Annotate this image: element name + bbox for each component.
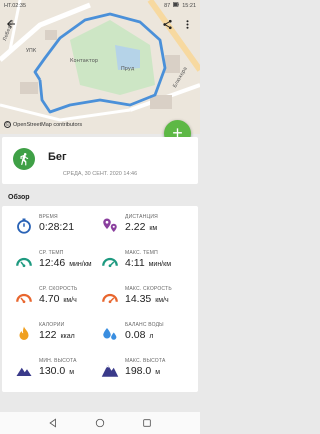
route-map[interactable]: HT.02:35 87 15:21 Лебедев УПК Контактор … xyxy=(0,0,200,134)
overview-heading: Обзор xyxy=(8,194,30,201)
stat-label: СР. ТЕМП xyxy=(39,250,64,256)
status-bar: HT.02:35 87 15:21 xyxy=(0,0,200,11)
overview-card: ВРЕМЯ 0:28:21 ДИСТАНЦИЯ 2.22 км СР. ТЕМП… xyxy=(2,206,198,392)
max-mountain-icon xyxy=(100,360,120,380)
map-label-street-left: УПК xyxy=(26,48,37,54)
min-mountain-icon xyxy=(14,360,34,380)
nav-back-icon xyxy=(49,418,57,428)
nav-back-button[interactable] xyxy=(46,416,60,430)
stat-value: 0:28:21 xyxy=(39,221,75,233)
status-left-text: HT.02:35 xyxy=(4,2,27,9)
stat-label: МИН. ВЫСОТА xyxy=(39,358,77,364)
nav-home-button[interactable] xyxy=(93,416,107,430)
more-options-button[interactable] xyxy=(180,17,194,31)
activity-card[interactable]: Бег СРЕДА, 30 СЕНТ. 2020 14:46 xyxy=(2,137,198,184)
nav-recents-button[interactable] xyxy=(140,416,154,430)
stat-value: 14.35 км/ч xyxy=(125,293,169,305)
speed-gauge-icon xyxy=(14,288,34,308)
system-nav-bar xyxy=(0,412,200,434)
stat-label: ВРЕМЯ xyxy=(39,214,58,220)
copyright-icon: © xyxy=(4,121,11,128)
stat-value: 198.0 м xyxy=(125,365,161,377)
stat-label: БАЛАНС ВОДЫ xyxy=(125,322,164,328)
stat-label: ДИСТАНЦИЯ xyxy=(125,214,158,220)
stat-label: СР. СКОРОСТЬ xyxy=(39,286,78,292)
osm-credit-text: OpenStreetMap contributors xyxy=(13,121,83,128)
pace-gauge-icon xyxy=(14,252,34,272)
nav-home-icon xyxy=(95,418,105,428)
stat-value: 4.70 км/ч xyxy=(39,293,77,305)
activity-title: Бег xyxy=(48,151,67,163)
stat-value: 2.22 км xyxy=(125,221,158,233)
flame-icon xyxy=(14,324,34,344)
stat-value: 0.08 л xyxy=(125,329,154,341)
status-time: 15:21 xyxy=(182,2,196,9)
share-icon xyxy=(162,19,172,29)
share-button[interactable] xyxy=(160,17,174,31)
running-icon xyxy=(13,148,35,170)
map-label-pond: Пруд xyxy=(121,66,135,72)
battery-level: 87 xyxy=(164,2,171,9)
stat-value: 12:46 мин/км xyxy=(39,257,92,269)
stat-value: 4:11 мин/км xyxy=(125,257,172,269)
stat-value: 122 ккал xyxy=(39,329,75,341)
map-label-contactor: Контактор xyxy=(70,58,99,64)
nav-recents-icon xyxy=(142,419,151,427)
osm-credit[interactable]: © OpenStreetMap contributors xyxy=(4,121,82,128)
water-drops-icon xyxy=(100,324,120,344)
stat-label: МАКС. ВЫСОТА xyxy=(125,358,166,364)
stat-label: КАЛОРИИ xyxy=(39,322,65,328)
activity-date: СРЕДА, 30 СЕНТ. 2020 14:46 xyxy=(62,171,138,177)
distance-pins-icon xyxy=(100,216,120,236)
stat-label: МАКС. ТЕМП xyxy=(125,250,158,256)
battery-icon xyxy=(173,2,180,9)
stat-value: 130.0 м xyxy=(39,365,75,377)
max-pace-gauge-icon xyxy=(100,252,120,272)
stat-label: МАКС. СКОРОСТЬ xyxy=(125,286,172,292)
stopwatch-icon xyxy=(14,216,34,236)
max-speed-gauge-icon xyxy=(100,288,120,308)
more-vert-icon xyxy=(185,19,189,29)
